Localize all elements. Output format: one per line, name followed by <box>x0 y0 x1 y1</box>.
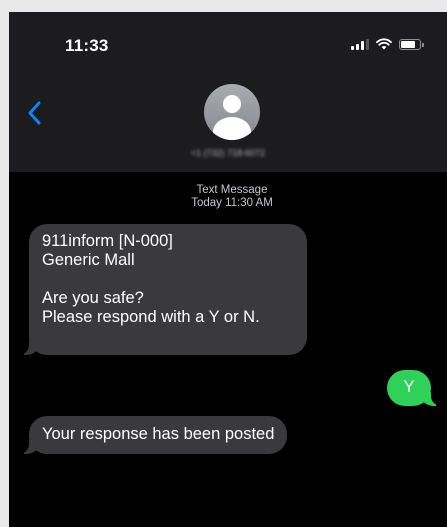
incoming-message-bubble[interactable]: Your response has been posted <box>17 416 288 454</box>
contact-number[interactable]: +1 (732) 718-6072 <box>9 148 447 158</box>
cellular-signal-icon <box>351 38 369 50</box>
timestamp-label: Text Message <box>196 184 268 196</box>
chevron-left-icon <box>28 101 41 125</box>
wifi-icon <box>376 38 392 50</box>
conversation-header: 11:33 +1 (732) 718-6072 <box>9 12 447 172</box>
outgoing-message-bubble[interactable]: Y <box>387 370 442 406</box>
contact-avatar[interactable] <box>204 84 260 140</box>
messages-screen: 11:33 +1 (732) 718-6072 Text Message Tod… <box>9 12 447 527</box>
status-time: 11:33 <box>65 36 109 55</box>
person-icon <box>223 95 241 113</box>
back-button[interactable] <box>23 98 47 128</box>
battery-icon <box>399 38 424 50</box>
status-icons <box>351 38 424 50</box>
timestamp-time: Today 11:30 AM <box>191 197 273 209</box>
message-timestamp: Text Message Today 11:30 AM <box>9 184 447 210</box>
incoming-message-bubble[interactable]: 911inform [N-000] Generic Mall Are you s… <box>18 224 307 355</box>
